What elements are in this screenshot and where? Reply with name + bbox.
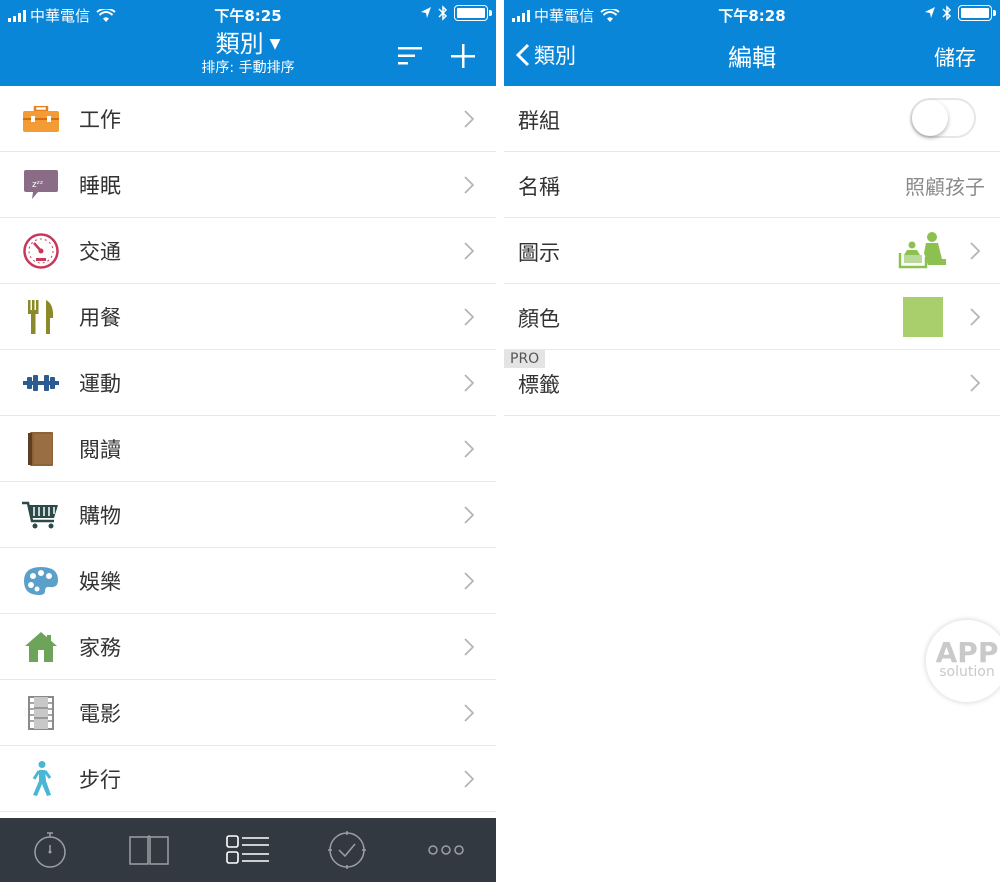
edit-form: 群組 名稱 照顧孩子 圖示 顏色 PRO 標籤 <box>504 86 1000 416</box>
dumbbell-icon <box>23 375 59 391</box>
category-label: 工作 <box>79 107 121 132</box>
chevron-right-icon <box>464 374 474 392</box>
chevron-right-icon <box>464 110 474 128</box>
more-icon <box>428 845 465 855</box>
nav-header: 中華電信 下午8:25 類別 ▼ 排序: 手動排序 <box>0 0 496 86</box>
category-row-transport[interactable]: 交通 <box>0 218 496 284</box>
toolbox-icon <box>23 106 59 132</box>
check-circle-icon <box>328 831 367 869</box>
category-label: 步行 <box>79 767 121 792</box>
category-row-housework[interactable]: 家務 <box>0 614 496 680</box>
tab-timer[interactable] <box>0 818 99 882</box>
battery-icon <box>958 5 996 21</box>
chevron-right-icon <box>970 374 980 392</box>
chevron-right-icon <box>464 242 474 260</box>
category-row-walking[interactable]: 步行 <box>0 746 496 812</box>
battery-icon <box>454 5 492 21</box>
category-label: 家務 <box>79 635 121 660</box>
tab-bar <box>0 818 496 882</box>
speedometer-icon <box>23 233 59 269</box>
svg-text:zᶻᶻ: zᶻᶻ <box>32 180 43 190</box>
tab-categories[interactable] <box>198 818 297 882</box>
palette-icon <box>24 567 58 595</box>
list-icon <box>226 835 269 864</box>
watermark-logo: APP solution <box>926 620 1000 702</box>
category-label: 娛樂 <box>79 569 121 594</box>
chevron-right-icon <box>464 506 474 524</box>
status-bar: 中華電信 下午8:28 <box>504 0 1000 28</box>
chevron-right-icon <box>464 440 474 458</box>
add-icon[interactable] <box>451 44 475 68</box>
tab-more[interactable] <box>397 818 496 882</box>
book-icon <box>129 835 169 865</box>
chevron-right-icon <box>970 242 980 260</box>
category-label: 用餐 <box>79 305 121 330</box>
house-icon <box>25 632 57 662</box>
stopwatch-icon <box>33 832 66 868</box>
chevron-right-icon <box>464 308 474 326</box>
chevron-right-icon <box>970 308 980 326</box>
group-label: 群組 <box>518 109 560 133</box>
bluetooth-icon <box>438 5 448 21</box>
save-button[interactable]: 儲存 <box>934 42 976 72</box>
chevron-right-icon <box>464 770 474 788</box>
tags-label: 標籤 <box>518 373 560 397</box>
chevron-right-icon <box>464 638 474 656</box>
chevron-right-icon <box>464 704 474 722</box>
category-row-exercise[interactable]: 運動 <box>0 350 496 416</box>
edit-category-screen: 中華電信 下午8:28 類別 編輯 儲存 群組 名稱 照顧孩子 圖示 顏色 PR… <box>504 0 1000 882</box>
pro-badge: PRO <box>504 350 546 368</box>
sort-icon[interactable] <box>398 46 424 66</box>
color-label: 顏色 <box>518 307 560 331</box>
category-row-reading[interactable]: 閱讀 <box>0 416 496 482</box>
group-row: 群組 <box>504 86 1000 152</box>
location-icon <box>925 7 935 18</box>
sleep-bubble-icon: zᶻᶻ <box>24 170 58 199</box>
chevron-right-icon <box>464 572 474 590</box>
category-row-dining[interactable]: 用餐 <box>0 284 496 350</box>
category-row-shopping[interactable]: 購物 <box>0 482 496 548</box>
bluetooth-icon <box>942 5 952 21</box>
category-label: 閱讀 <box>79 437 121 462</box>
tab-journal[interactable] <box>99 818 198 882</box>
icon-label: 圖示 <box>518 241 560 265</box>
name-label: 名稱 <box>518 175 560 199</box>
tab-goals[interactable] <box>298 818 397 882</box>
color-row[interactable]: 顏色 <box>504 284 1000 350</box>
category-label: 電影 <box>79 701 121 726</box>
category-row-work[interactable]: 工作 <box>0 86 496 152</box>
toggle-knob <box>912 100 948 136</box>
childcare-icon <box>898 232 946 269</box>
name-value[interactable]: 照顧孩子 <box>905 171 985 200</box>
color-swatch[interactable] <box>903 297 943 337</box>
name-row[interactable]: 名稱 照顧孩子 <box>504 152 1000 218</box>
category-list: 工作 zᶻᶻ 睡眠 交通 用餐 運動 閱讀 購物 娛樂 家務 電影 步行 <box>0 86 496 812</box>
cart-icon <box>22 501 58 529</box>
chevron-right-icon <box>464 176 474 194</box>
screen-divider <box>496 0 504 882</box>
categories-screen: 中華電信 下午8:25 類別 ▼ 排序: 手動排序 工作 zᶻᶻ 睡眠 交通 用… <box>0 0 496 882</box>
book-icon <box>28 432 53 466</box>
category-row-sleep[interactable]: zᶻᶻ 睡眠 <box>0 152 496 218</box>
walker-icon <box>32 761 52 796</box>
dropdown-caret-icon: ▼ <box>269 36 281 52</box>
category-label: 運動 <box>79 371 121 396</box>
group-toggle[interactable] <box>910 98 976 138</box>
category-label: 睡眠 <box>79 173 121 198</box>
category-label: 購物 <box>79 503 121 528</box>
category-row-movie[interactable]: 電影 <box>0 680 496 746</box>
tags-row[interactable]: PRO 標籤 <box>504 350 1000 416</box>
icon-row[interactable]: 圖示 <box>504 218 1000 284</box>
fork-knife-icon <box>28 300 54 334</box>
film-icon <box>28 696 54 730</box>
location-icon <box>421 7 431 18</box>
nav-header: 中華電信 下午8:28 類別 編輯 儲存 <box>504 0 1000 86</box>
category-label: 交通 <box>79 239 121 264</box>
category-row-entertainment[interactable]: 娛樂 <box>0 548 496 614</box>
page-title: 編輯 <box>728 44 776 72</box>
